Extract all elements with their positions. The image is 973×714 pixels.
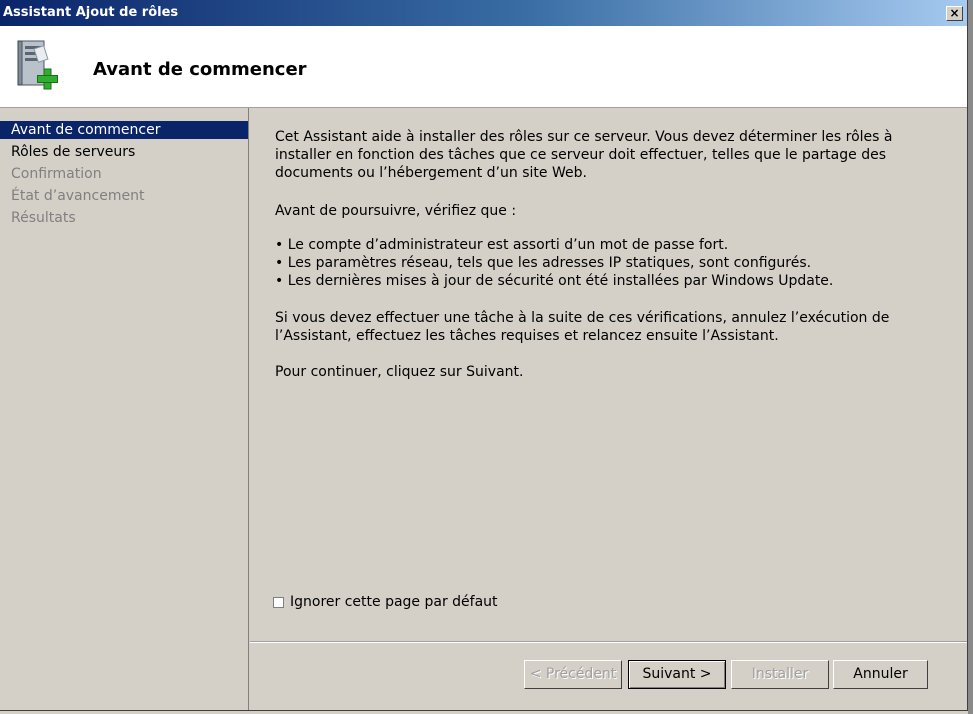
skip-page-option[interactable]: Ignorer cette page par défaut (273, 593, 498, 611)
verify-heading: Avant de poursuivre, vérifiez que : (275, 203, 517, 219)
sidebar-item-roles-de-serveurs[interactable]: Rôles de serveurs (0, 143, 248, 161)
cancel-note: Si vous devez effectuer une tâche à la s… (275, 310, 890, 344)
list-item: • Les paramètres réseau, tels que les ad… (275, 255, 812, 271)
sidebar-item-etat-avancement: État d’avancement (11, 188, 145, 204)
previous-button[interactable]: < Précédent (524, 660, 622, 689)
background-edge (968, 0, 973, 714)
steps-sidebar: Avant de commencer Rôles de serveurs Con… (0, 108, 249, 710)
page-title: Avant de commencer (93, 59, 307, 80)
server-add-icon (17, 40, 58, 90)
list-item: • Les dernières mises à jour de sécurité… (275, 273, 834, 289)
install-button[interactable]: Installer (731, 660, 829, 689)
continue-note: Pour continuer, cliquez sur Suivant. (275, 364, 524, 380)
title-bar[interactable]: Assistant Ajout de rôles × (0, 0, 967, 26)
wizard-header: Avant de commencer (0, 26, 967, 108)
intro-text: Cet Assistant aide à installer des rôles… (275, 129, 893, 181)
wizard-window: Assistant Ajout de rôles × Avant de comm… (0, 0, 968, 711)
close-icon: × (949, 6, 960, 20)
list-item: • Le compte d’administrateur est assorti… (275, 237, 729, 253)
cancel-button[interactable]: Annuler (833, 660, 928, 689)
sidebar-item-confirmation: Confirmation (11, 166, 102, 182)
close-button[interactable]: × (946, 6, 963, 21)
skip-page-checkbox[interactable] (273, 596, 284, 608)
sidebar-item-resultats: Résultats (11, 210, 76, 226)
window-title: Assistant Ajout de rôles (3, 5, 179, 20)
skip-page-label[interactable]: Ignorer cette page par défaut (290, 594, 498, 610)
footer-divider (250, 641, 967, 643)
content-pane: Cet Assistant aide à installer des rôles… (250, 108, 967, 710)
checks-list: • Le compte d’administrateur est assorti… (275, 236, 945, 290)
sidebar-item-avant-de-commencer[interactable]: Avant de commencer (0, 121, 248, 139)
next-button[interactable]: Suivant > (628, 660, 726, 689)
